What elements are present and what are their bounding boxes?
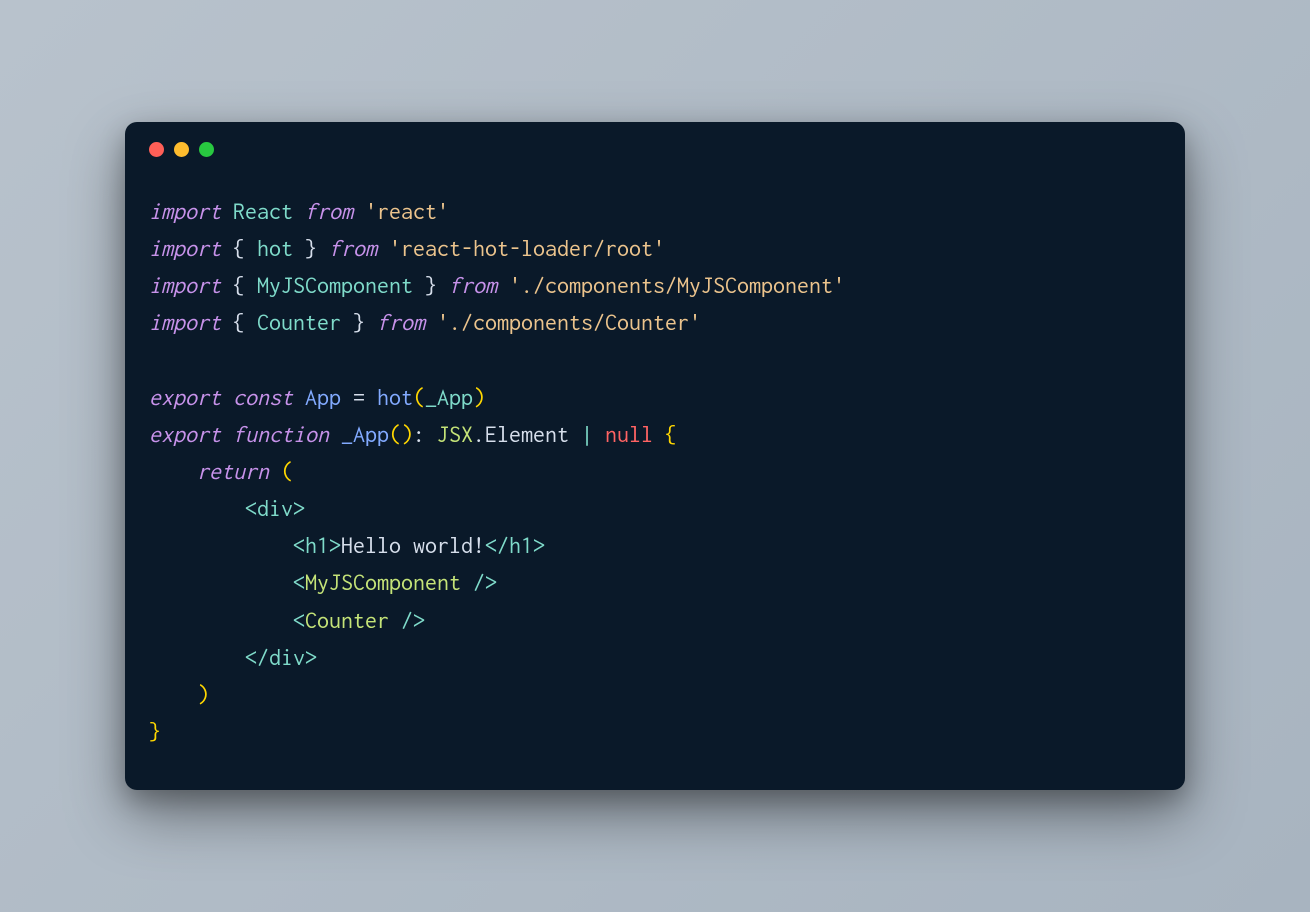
code-line: <div> <box>149 495 305 521</box>
tag-open: </ <box>245 644 269 670</box>
keyword-from: from <box>329 235 377 261</box>
brace: } <box>305 235 317 261</box>
identifier: MyJSComponent <box>257 272 413 298</box>
code-line: } <box>149 718 161 744</box>
tag-close: /> <box>461 569 497 595</box>
keyword-return: return <box>197 458 269 484</box>
code-line: <h1>Hello world!</h1> <box>149 532 545 558</box>
tag-open: </ <box>485 532 509 558</box>
keyword-const: const <box>233 384 293 410</box>
tag-open: < <box>293 569 305 595</box>
function-call: hot <box>377 384 413 410</box>
operator: = <box>353 384 365 410</box>
component-tag: MyJSComponent <box>305 569 461 595</box>
close-button[interactable] <box>149 142 164 157</box>
brace: { <box>233 235 245 261</box>
brace-open: { <box>665 421 677 447</box>
code-line: import { hot } from 'react-hot-loader/ro… <box>149 235 665 261</box>
tag-close: > <box>293 495 305 521</box>
string-literal: './components/Counter' <box>437 309 701 335</box>
colon: : <box>413 421 425 447</box>
keyword-from: from <box>377 309 425 335</box>
minimize-button[interactable] <box>174 142 189 157</box>
code-line: export const App = hot(_App) <box>149 384 485 410</box>
tag-open: < <box>245 495 257 521</box>
code-line: export function _App(): JSX.Element | nu… <box>149 421 677 447</box>
html-tag: div <box>269 644 305 670</box>
keyword-export: export <box>149 384 221 410</box>
keyword-import: import <box>149 272 221 298</box>
brace: } <box>425 272 437 298</box>
paren-close: ) <box>473 384 485 410</box>
code-line: import { MyJSComponent } from './compone… <box>149 272 845 298</box>
brace: { <box>233 309 245 335</box>
identifier: hot <box>257 235 293 261</box>
string-literal: 'react-hot-loader/root' <box>389 235 665 261</box>
component-tag: Counter <box>305 607 389 633</box>
keyword-from: from <box>305 198 353 224</box>
text-content: Hello world! <box>341 532 485 558</box>
keyword-null: null <box>605 421 653 447</box>
paren-close: ) <box>401 421 413 447</box>
string-literal: './components/MyJSComponent' <box>509 272 845 298</box>
tag-open: < <box>293 607 305 633</box>
type-namespace: JSX <box>437 421 473 447</box>
code-line: ) <box>149 681 209 707</box>
code-line: import React from 'react' <box>149 198 449 224</box>
function-name: _App <box>341 421 389 447</box>
code-line: </div> <box>149 644 317 670</box>
html-tag: h1 <box>509 532 533 558</box>
paren-open: ( <box>281 458 293 484</box>
code-line: <MyJSComponent /> <box>149 569 497 595</box>
pipe-operator: | <box>581 421 593 447</box>
html-tag: div <box>257 495 293 521</box>
dot: . <box>473 421 485 447</box>
code-editor[interactable]: import React from 'react' import { hot }… <box>125 165 1185 791</box>
keyword-import: import <box>149 309 221 335</box>
code-line: return ( <box>149 458 293 484</box>
keyword-import: import <box>149 235 221 261</box>
tag-close: > <box>305 644 317 670</box>
identifier: React <box>233 198 293 224</box>
paren-open: ( <box>389 421 401 447</box>
keyword-from: from <box>449 272 497 298</box>
identifier: App <box>305 384 341 410</box>
tag-close: > <box>533 532 545 558</box>
html-tag: h1 <box>305 532 329 558</box>
string-literal: 'react' <box>365 198 449 224</box>
keyword-export: export <box>149 421 221 447</box>
window-titlebar <box>125 122 1185 165</box>
tag-open: < <box>293 532 305 558</box>
brace: } <box>353 309 365 335</box>
code-line: import { Counter } from './components/Co… <box>149 309 701 335</box>
code-line: <Counter /> <box>149 607 425 633</box>
identifier: _App <box>425 384 473 410</box>
tag-close: > <box>329 532 341 558</box>
brace: { <box>233 272 245 298</box>
keyword-import: import <box>149 198 221 224</box>
tag-close: /> <box>389 607 425 633</box>
paren-open: ( <box>413 384 425 410</box>
type-name: Element <box>485 421 569 447</box>
brace-close: } <box>149 718 161 744</box>
maximize-button[interactable] <box>199 142 214 157</box>
identifier: Counter <box>257 309 341 335</box>
paren-close: ) <box>197 681 209 707</box>
keyword-function: function <box>233 421 329 447</box>
code-window: import React from 'react' import { hot }… <box>125 122 1185 791</box>
